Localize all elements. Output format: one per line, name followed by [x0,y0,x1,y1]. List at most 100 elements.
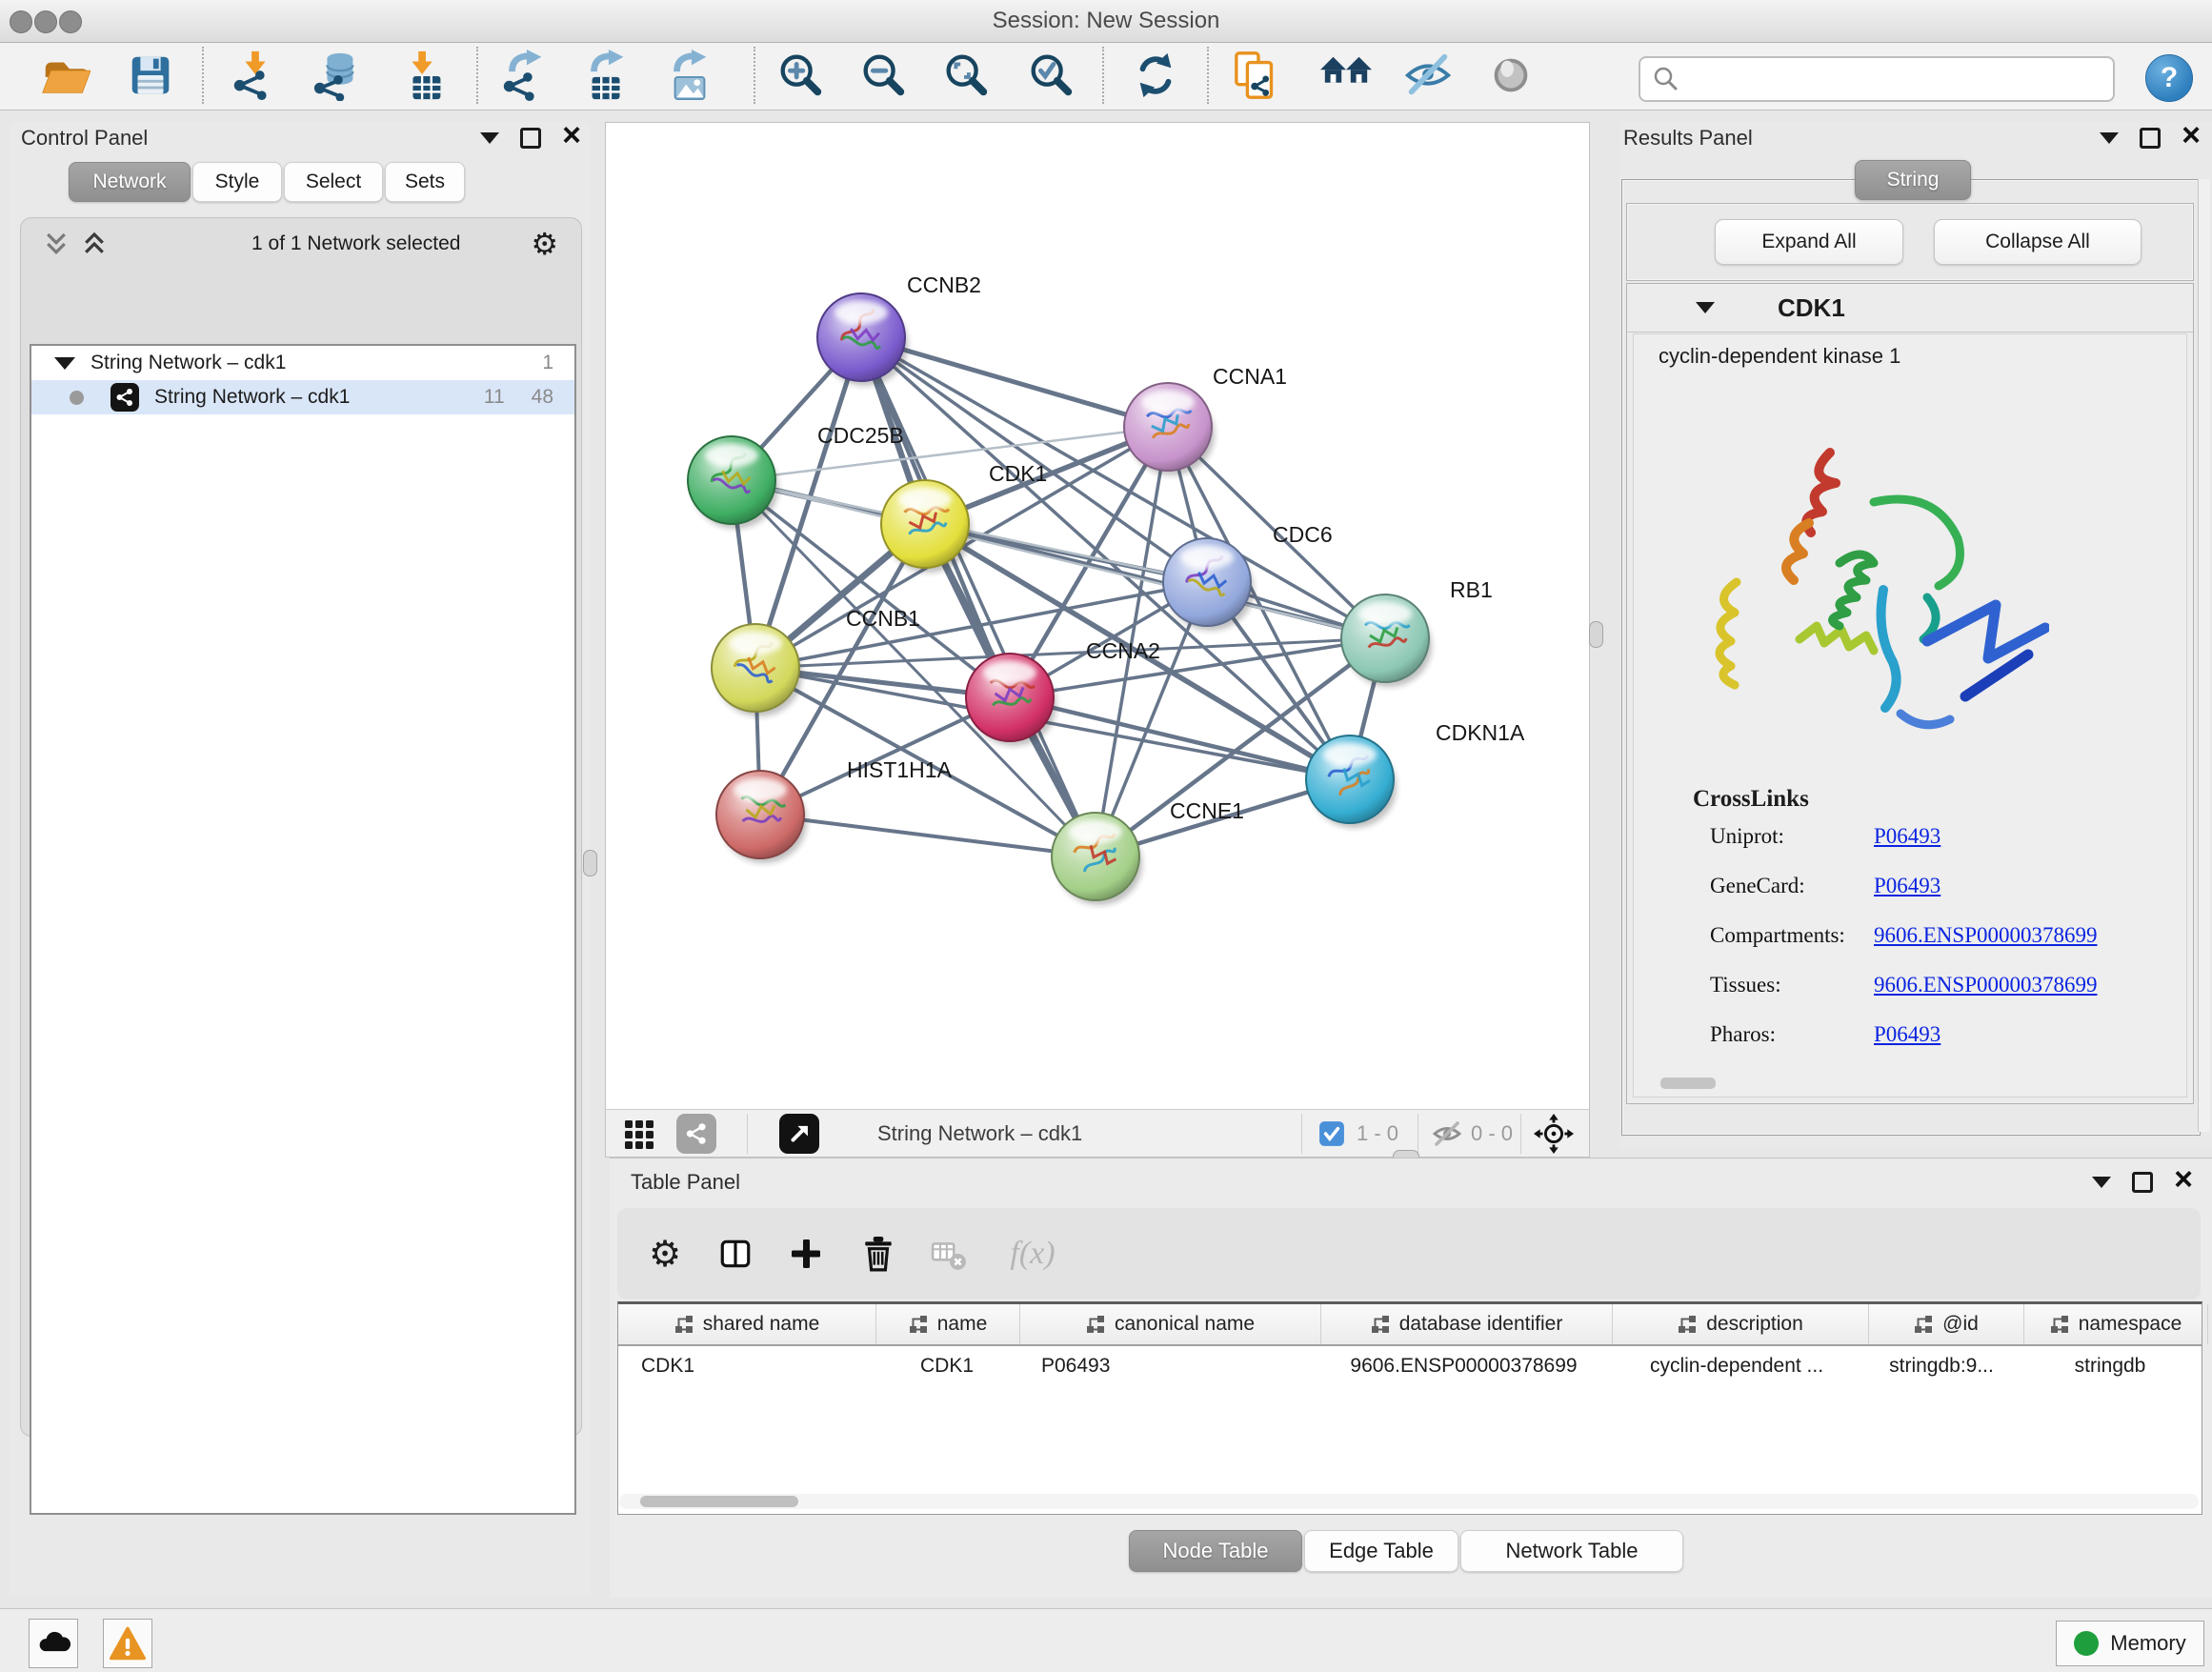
card-scrollbar-thumb[interactable] [1660,1078,1716,1089]
toolbar-separator [1102,47,1104,104]
panel-menu-icon[interactable] [2092,1177,2111,1188]
zoom-in-button[interactable] [773,47,828,104]
string-network-graph[interactable]: CCNB2CCNA1CDC25BCDK1CDC6RB1CCNB1CCNA2CDK… [606,123,1587,1108]
warnings-button[interactable] [103,1619,152,1668]
column-header-shared-name[interactable]: shared name [618,1304,876,1344]
expand-all-button[interactable]: Expand All [1715,219,1903,265]
hidden-eye-icon[interactable] [1431,1115,1463,1153]
search-field[interactable] [1639,56,2115,102]
export-image-button[interactable] [662,47,717,104]
control-panel-tabs: NetworkStyleSelectSets [69,162,467,202]
panel-close-icon[interactable]: × [2182,126,2201,145]
panel-menu-icon[interactable] [2100,132,2119,144]
collapse-all-icon[interactable] [42,230,70,258]
crosslink-link[interactable]: 9606.ENSP00000378699 [1874,923,2098,961]
protein-name: CDK1 [1778,293,1845,323]
column-header-name[interactable]: name [876,1304,1020,1344]
import-table-button[interactable] [397,47,452,104]
table-toolbar: ⚙ f(x) [617,1208,2201,1299]
open-in-window-button[interactable] [779,1115,819,1153]
tab-style[interactable]: Style [192,162,282,202]
left-splitter-handle[interactable] [583,850,597,876]
network-canvas[interactable]: CCNB2CCNA1CDC25BCDK1CDC6RB1CCNB1CCNA2CDK… [605,122,1590,1111]
column-header-description[interactable]: description [1613,1304,1869,1344]
share-document-button[interactable] [1230,47,1285,104]
cloud-button[interactable] [29,1619,78,1668]
table-options-gear-icon[interactable]: ⚙ [644,1233,686,1275]
card-collapse-icon[interactable] [1696,302,1715,313]
fit-selected-crosshair-icon[interactable] [1534,1115,1574,1153]
table-hscrollbar-thumb[interactable] [640,1496,798,1507]
delete-column-trash-icon[interactable] [857,1233,899,1275]
results-scrollbar[interactable] [2198,179,2210,1132]
table-row[interactable]: CDK1CDK1P064939606.ENSP00000378699cyclin… [618,1346,2202,1386]
birdseye-grid-icon[interactable] [623,1115,657,1153]
column-header-@id[interactable]: @id [1869,1304,2024,1344]
panel-float-icon[interactable] [520,128,541,149]
hide-panels-button[interactable] [1400,47,1456,104]
table-cell: CDK1 [618,1346,875,1386]
network-options-gear-icon[interactable]: ⚙ [531,229,558,259]
crosslink-label: Compartments: [1710,923,1874,961]
panel-close-icon[interactable]: × [2174,1170,2193,1189]
crosslink-link[interactable]: P06493 [1874,874,1941,912]
collapse-all-button[interactable]: Collapse All [1934,219,2142,265]
column-header-database-identifier[interactable]: database identifier [1321,1304,1613,1344]
toolbar-separator [747,1114,748,1154]
column-header-namespace[interactable]: namespace [2024,1304,2208,1344]
show-panel-button[interactable] [1483,47,1538,104]
table-hscrollbar[interactable] [619,1494,2199,1509]
string-home-button[interactable] [1318,47,1374,104]
save-session-button[interactable] [123,47,178,104]
refresh-button[interactable] [1128,47,1183,104]
zoom-selected-button[interactable] [1023,47,1078,104]
tab-node-table[interactable]: Node Table [1129,1530,1302,1572]
search-input[interactable] [1688,67,2113,91]
node-CDKN1A[interactable]: CDKN1A [1306,720,1525,828]
node-RB1[interactable]: RB1 [1341,577,1493,687]
panel-float-icon[interactable] [2132,1172,2153,1193]
export-table-icon [581,50,633,101]
cloud-icon [36,1626,70,1661]
tab-edge-table[interactable]: Edge Table [1304,1530,1458,1572]
node-CCNA1[interactable]: CCNA1 [1124,364,1287,475]
tab-network[interactable]: Network [69,162,191,202]
export-table-button[interactable] [579,47,634,104]
node-table[interactable]: shared namenamecanonical namedatabase id… [617,1301,2202,1515]
panel-menu-icon[interactable] [480,132,499,144]
import-database-button[interactable] [310,47,365,104]
open-session-button[interactable] [37,47,92,104]
export-network-button[interactable] [497,47,553,104]
node-CCNB2[interactable]: CCNB2 [817,272,981,386]
show-columns-icon[interactable] [714,1233,756,1275]
tab-select[interactable]: Select [284,162,383,202]
crosslink-link[interactable]: P06493 [1874,824,1941,862]
tab-string[interactable]: String [1855,160,1971,200]
panel-close-icon[interactable]: × [562,126,581,145]
node-HIST1H1A[interactable]: HIST1H1A [716,757,953,863]
network-row[interactable]: String Network – cdk1 11 48 [31,380,574,414]
edge-HIST1H1A-CCNE1[interactable] [760,815,1096,856]
right-splitter-handle[interactable] [1589,621,1603,648]
crosslink-link[interactable]: P06493 [1874,1022,1941,1060]
zoom-out-button[interactable] [855,47,911,104]
expand-all-icon[interactable] [80,230,109,258]
crosslink-label: Tissues: [1710,973,1874,1011]
selected-checkbox-icon[interactable] [1318,1115,1345,1153]
network-collection-row[interactable]: String Network – cdk1 1 [31,346,574,380]
zoom-fit-button[interactable] [938,47,994,104]
add-column-icon[interactable] [785,1233,827,1275]
tab-sets[interactable]: Sets [385,162,465,202]
help-button[interactable]: ? [2145,54,2193,102]
column-header-canonical-name[interactable]: canonical name [1020,1304,1321,1344]
network-status-dot [70,391,84,405]
panel-float-icon[interactable] [2140,128,2161,149]
tab-network-table[interactable]: Network Table [1460,1530,1683,1572]
table-cell: 9606.ENSP00000378699 [1318,1346,1609,1386]
string-share-button[interactable] [676,1115,716,1153]
table-cell: P06493 [1018,1346,1318,1386]
import-network-button[interactable] [228,47,283,104]
memory-button[interactable]: Memory [2056,1621,2204,1666]
tree-expander-icon[interactable] [54,357,75,370]
crosslink-link[interactable]: 9606.ENSP00000378699 [1874,973,2098,1011]
